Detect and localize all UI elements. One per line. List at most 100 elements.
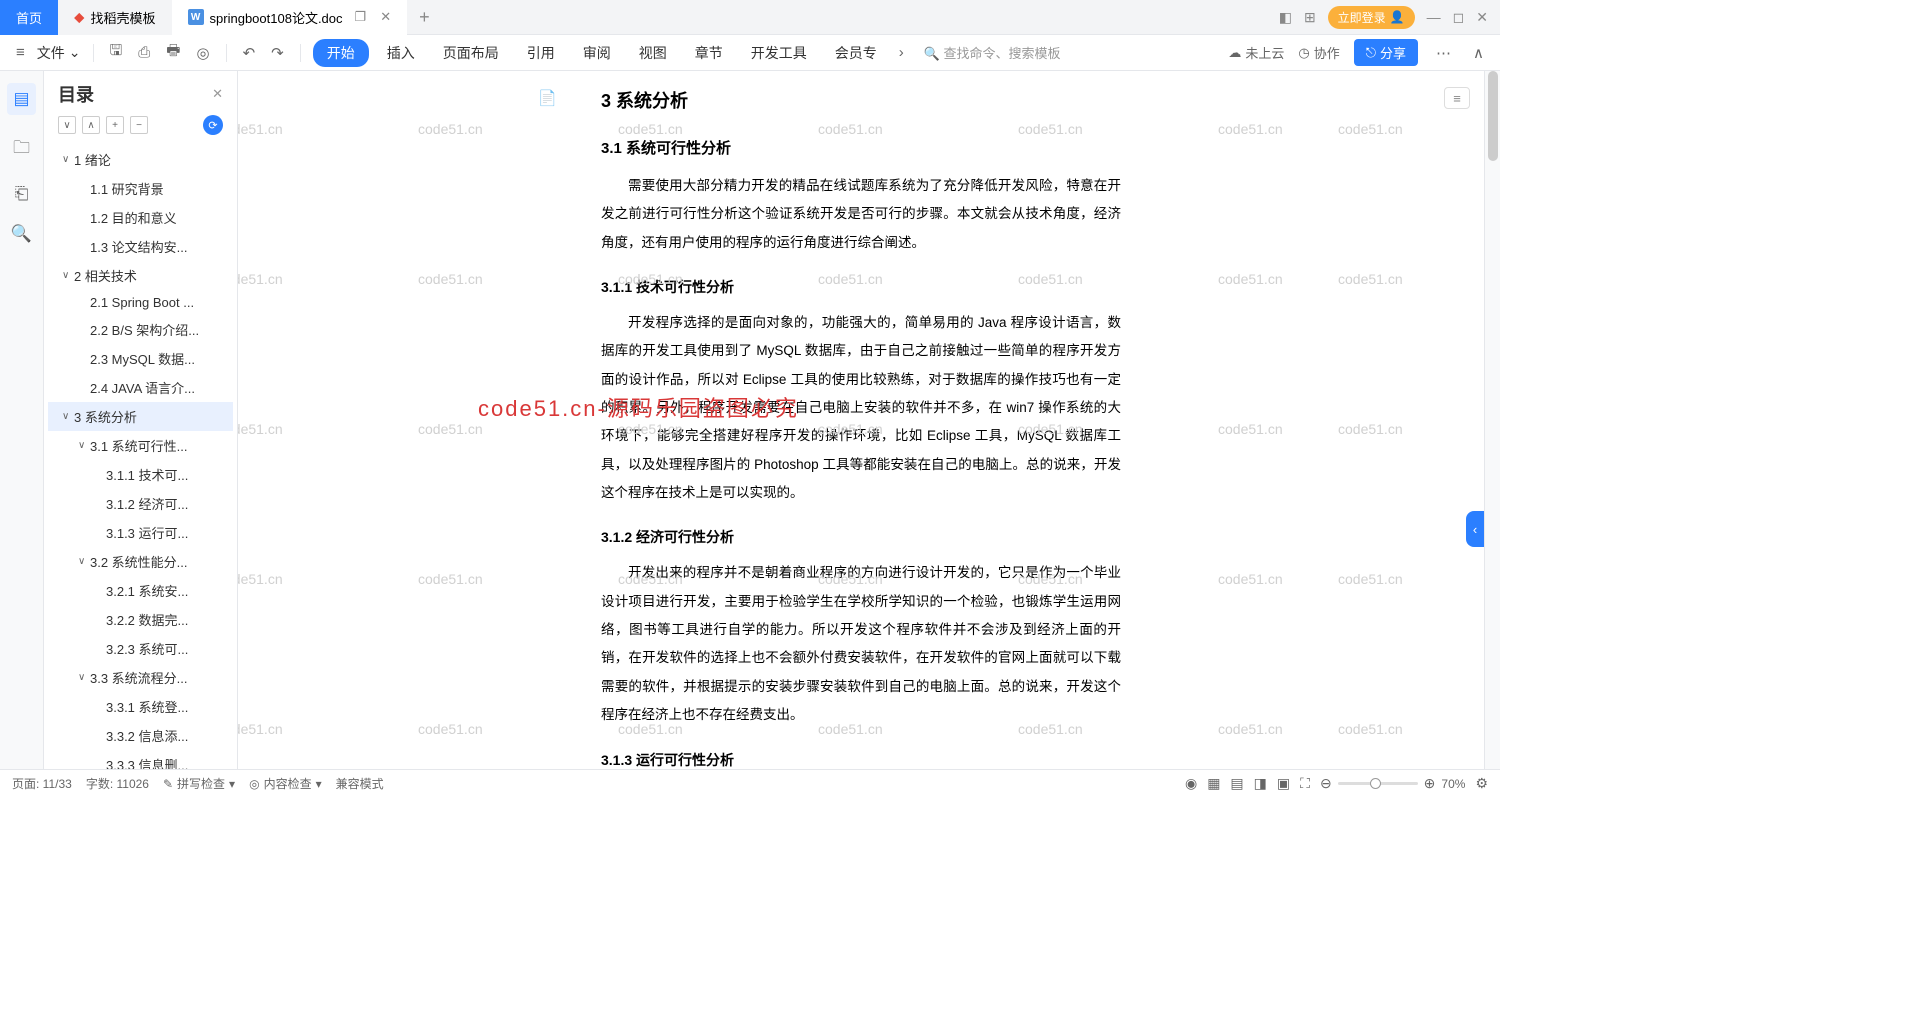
- tree-item[interactable]: 3.2.1 系统安...: [48, 576, 233, 605]
- cloud-status[interactable]: ☁ 未上云: [1228, 43, 1284, 62]
- outline-close-icon[interactable]: ✕: [212, 86, 223, 102]
- tab-home[interactable]: 首页: [0, 0, 58, 35]
- ribbon-tab-devtools[interactable]: 开发工具: [741, 39, 817, 67]
- word-count[interactable]: 字数: 11026: [86, 775, 149, 792]
- print-icon[interactable]: 🖶: [162, 38, 184, 67]
- tree-item[interactable]: 1.1 研究背景: [48, 174, 233, 203]
- tree-item[interactable]: 3.1.1 技术可...: [48, 460, 233, 489]
- view1-icon[interactable]: ▦: [1207, 775, 1220, 792]
- tree-item[interactable]: 3.3.3 信息删...: [48, 750, 233, 769]
- ribbon-tab-view[interactable]: 视图: [629, 39, 677, 67]
- tree-item[interactable]: 3.3.2 信息添...: [48, 721, 233, 750]
- watermark-text: code51.cn: [418, 121, 483, 137]
- ribbon-tab-layout[interactable]: 页面布局: [433, 39, 509, 67]
- main-area: ▤ 🗀 ⎗ 🔍 目录 ✕ ∨ ∧ + − ⟳ ∨1 绪论1.1 研究背景1.2 …: [0, 71, 1500, 769]
- right-expand-icon[interactable]: ‹: [1466, 511, 1484, 547]
- spell-check[interactable]: ✎ 拼写检查 ▾: [163, 775, 235, 792]
- view2-icon[interactable]: ▤: [1230, 775, 1243, 792]
- collapse-doc-icon[interactable]: ≡: [1444, 87, 1470, 109]
- scrollbar-thumb[interactable]: [1488, 71, 1498, 161]
- ribbon-tab-start[interactable]: 开始: [313, 39, 369, 67]
- zoom-control: ⊖ ⊕ 70%: [1320, 775, 1466, 792]
- sync-icon[interactable]: ⟳: [203, 115, 223, 135]
- tree-item[interactable]: 2.3 MySQL 数据...: [48, 344, 233, 373]
- search-rail-icon[interactable]: 🔍: [11, 224, 32, 244]
- collapse-ribbon-icon[interactable]: ∧: [1469, 42, 1488, 64]
- zoom-in-icon[interactable]: ⊕: [1424, 775, 1436, 792]
- window-close-icon[interactable]: ✕: [1476, 9, 1488, 26]
- save-icon[interactable]: 🖫: [106, 38, 127, 67]
- tree-item[interactable]: ∨1 绪论: [48, 145, 233, 174]
- folder-icon[interactable]: 🗀: [13, 135, 30, 164]
- tree-item[interactable]: 3.1.2 经济可...: [48, 489, 233, 518]
- eye-icon[interactable]: ◉: [1185, 775, 1197, 792]
- tree-item[interactable]: 2.1 Spring Boot ...: [48, 290, 233, 315]
- login-button[interactable]: 立即登录👤: [1328, 6, 1415, 29]
- command-search[interactable]: 🔍 查找命令、搜索模板: [924, 43, 1061, 62]
- tree-item[interactable]: ∨3.1 系统可行性...: [48, 431, 233, 460]
- ribbon-more-icon[interactable]: ›: [895, 42, 908, 63]
- fullscreen-icon[interactable]: ⛶: [1300, 775, 1310, 792]
- tree-item-label: 1.3 论文结构安...: [90, 237, 188, 256]
- zoom-slider[interactable]: [1338, 782, 1418, 785]
- tab-add-button[interactable]: +: [407, 7, 442, 28]
- remove-icon[interactable]: −: [130, 116, 148, 134]
- tree-item[interactable]: 3.2.3 系统可...: [48, 634, 233, 663]
- bookmark-icon[interactable]: ⎗: [15, 184, 29, 204]
- watermark-text: code51.cn: [238, 571, 283, 587]
- apps-icon[interactable]: ⊞: [1304, 9, 1316, 26]
- watermark-text: code51.cn: [418, 571, 483, 587]
- add-icon[interactable]: +: [106, 116, 124, 134]
- watermark-text: code51.cn: [1338, 571, 1403, 587]
- more-icon[interactable]: ⋯: [1432, 42, 1455, 64]
- undo-icon[interactable]: ↶: [239, 42, 260, 64]
- watermark-text: code51.cn: [238, 121, 283, 137]
- tree-item[interactable]: 2.4 JAVA 语言介...: [48, 373, 233, 402]
- tree-item[interactable]: ∨2 相关技术: [48, 261, 233, 290]
- tree-item[interactable]: 3.3.1 系统登...: [48, 692, 233, 721]
- tree-item[interactable]: 3.2.2 数据完...: [48, 605, 233, 634]
- settings-icon[interactable]: ⚙: [1475, 775, 1488, 792]
- zoom-value[interactable]: 70%: [1441, 777, 1465, 791]
- tab-template[interactable]: ⬥找稻壳模板: [58, 0, 172, 35]
- share-button[interactable]: ⎋ 分享: [1354, 39, 1418, 66]
- heading-1: 3 系统分析: [601, 87, 1121, 113]
- tree-item[interactable]: ∨3.2 系统性能分...: [48, 547, 233, 576]
- ribbon-tab-chapter[interactable]: 章节: [685, 39, 733, 67]
- scrollbar[interactable]: [1484, 71, 1500, 769]
- page-indicator[interactable]: 页面: 11/33: [12, 775, 72, 792]
- ribbon-tab-reference[interactable]: 引用: [517, 39, 565, 67]
- zoom-out-icon[interactable]: ⊖: [1320, 775, 1332, 792]
- tree-item[interactable]: ∨3 系统分析: [48, 402, 233, 431]
- ribbon-tab-member[interactable]: 会员专: [825, 39, 887, 67]
- maximize-icon[interactable]: ◻: [1453, 9, 1465, 26]
- preview-icon[interactable]: ◎: [192, 42, 213, 64]
- title-bar: 首页 ⬥找稻壳模板 W springboot108论文.doc ❐ ✕ + ◧ …: [0, 0, 1500, 35]
- tab-document[interactable]: W springboot108论文.doc ❐ ✕: [172, 0, 408, 35]
- tree-item[interactable]: 1.2 目的和意义: [48, 203, 233, 232]
- collab-button[interactable]: ◷ 协作: [1298, 43, 1339, 62]
- minimize-icon[interactable]: —: [1427, 9, 1441, 25]
- tree-item[interactable]: 2.2 B/S 架构介绍...: [48, 315, 233, 344]
- paragraph: 开发出来的程序并不是朝着商业程序的方向进行设计开发的，它只是作为一个毕业设计项目…: [601, 559, 1121, 729]
- expand-icon[interactable]: ∨: [58, 116, 76, 134]
- redo-icon[interactable]: ↷: [267, 42, 288, 64]
- tree-item[interactable]: 1.3 论文结构安...: [48, 232, 233, 261]
- tree-item[interactable]: 3.1.3 运行可...: [48, 518, 233, 547]
- tree-item[interactable]: ∨3.3 系统流程分...: [48, 663, 233, 692]
- ribbon-tab-review[interactable]: 审阅: [573, 39, 621, 67]
- tab-ext-icon: ❐: [355, 9, 367, 25]
- close-icon[interactable]: ✕: [380, 9, 391, 25]
- view3-icon[interactable]: ◨: [1254, 775, 1267, 792]
- ribbon-tab-insert[interactable]: 插入: [377, 39, 425, 67]
- layout-icon[interactable]: ◧: [1279, 9, 1292, 26]
- outline-icon[interactable]: ▤: [7, 83, 35, 115]
- file-menu[interactable]: 文件⌄: [37, 43, 81, 63]
- view4-icon[interactable]: ▣: [1277, 775, 1290, 792]
- collapse-icon[interactable]: ∧: [82, 116, 100, 134]
- print-preview-icon[interactable]: ⎙: [134, 42, 154, 63]
- menu-icon[interactable]: ≡: [12, 42, 29, 63]
- content-check[interactable]: ◎ 内容检查 ▾: [249, 775, 322, 792]
- compat-mode[interactable]: 兼容模式: [336, 775, 384, 792]
- watermark-text: code51.cn: [1338, 721, 1403, 737]
